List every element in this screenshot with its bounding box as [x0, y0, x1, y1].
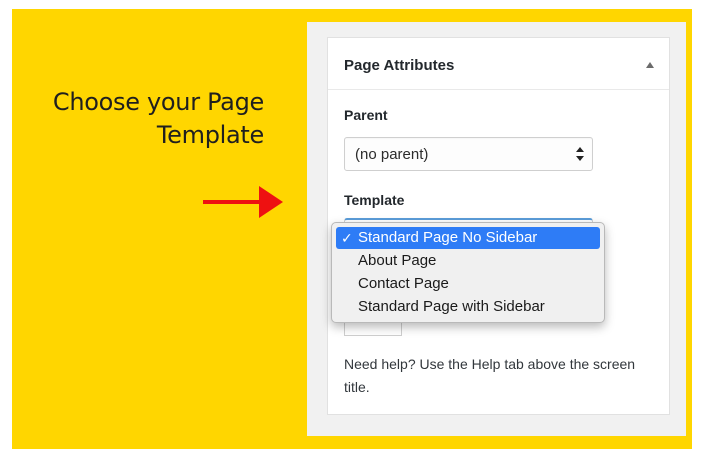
red-arrow-icon [203, 186, 283, 218]
dropdown-option-label: Standard Page No Sidebar [358, 229, 538, 246]
caption-text: Choose your Page Template [14, 86, 264, 152]
dropdown-option-contact[interactable]: Contact Page [336, 273, 600, 295]
select-arrows-icon [576, 147, 584, 161]
dropdown-option-label: Contact Page [358, 275, 449, 292]
template-label: Template [344, 192, 405, 208]
caption-line-2: Template [156, 121, 264, 149]
help-text: Need help? Use the Help tab above the sc… [344, 356, 636, 395]
triangle-up-icon[interactable] [646, 62, 654, 68]
dropdown-option-standard-with-sidebar[interactable]: Standard Page with Sidebar [336, 296, 600, 318]
template-dropdown-menu: ✓ Standard Page No Sidebar About Page Co… [331, 222, 605, 323]
dropdown-option-label: About Page [358, 252, 437, 269]
parent-select[interactable]: (no parent) [344, 137, 593, 171]
parent-label: Parent [344, 107, 388, 123]
metabox-header[interactable]: Page Attributes [328, 38, 669, 90]
dropdown-option-label: Standard Page with Sidebar [358, 298, 545, 315]
caption-line-1: Choose your Page [52, 88, 264, 116]
metabox-title: Page Attributes [344, 57, 455, 74]
checkmark-icon: ✓ [341, 230, 353, 246]
parent-select-value: (no parent) [355, 146, 429, 163]
dropdown-option-standard-no-sidebar[interactable]: ✓ Standard Page No Sidebar [336, 227, 600, 249]
dropdown-option-about[interactable]: About Page [336, 250, 600, 272]
